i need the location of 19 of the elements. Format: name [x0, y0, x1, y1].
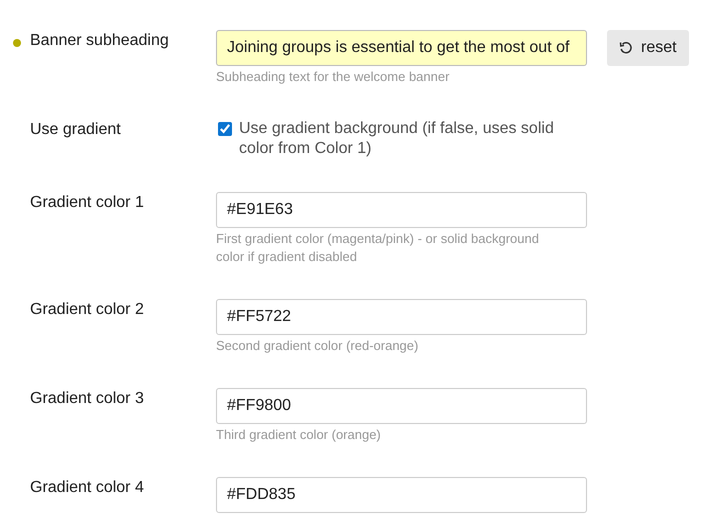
help-text: Subheading text for the welcome banner	[216, 68, 450, 86]
checkbox[interactable]	[218, 122, 232, 136]
text-field[interactable]: #FF5722	[216, 299, 587, 335]
setting-label: Gradient color 3	[30, 390, 144, 407]
text-field[interactable]: #FF9800	[216, 388, 587, 424]
undo-icon	[619, 41, 633, 55]
text-field[interactable]: #E91E63	[216, 192, 587, 228]
help-text: Third gradient color (orange)	[216, 426, 382, 444]
setting-label: Gradient color 1	[30, 194, 144, 211]
text-field[interactable]: Joining groups is essential to get the most out of	[216, 30, 587, 66]
setting-label: Use gradient	[30, 121, 121, 138]
checkbox-label: Use gradient background (if false, uses solid color from Color 1)	[239, 119, 555, 159]
text-field[interactable]: #FDD835	[216, 477, 587, 513]
setting-label: Gradient color 2	[30, 301, 144, 318]
reset-button[interactable]: reset	[607, 30, 689, 66]
help-text: Second gradient color (red-orange)	[216, 337, 420, 355]
help-text: First gradient color (magenta/pink) - or solid background color if gradient disabled	[216, 230, 540, 266]
setting-label: Gradient color 4	[30, 479, 144, 496]
setting-label: Banner subheading	[30, 32, 169, 49]
